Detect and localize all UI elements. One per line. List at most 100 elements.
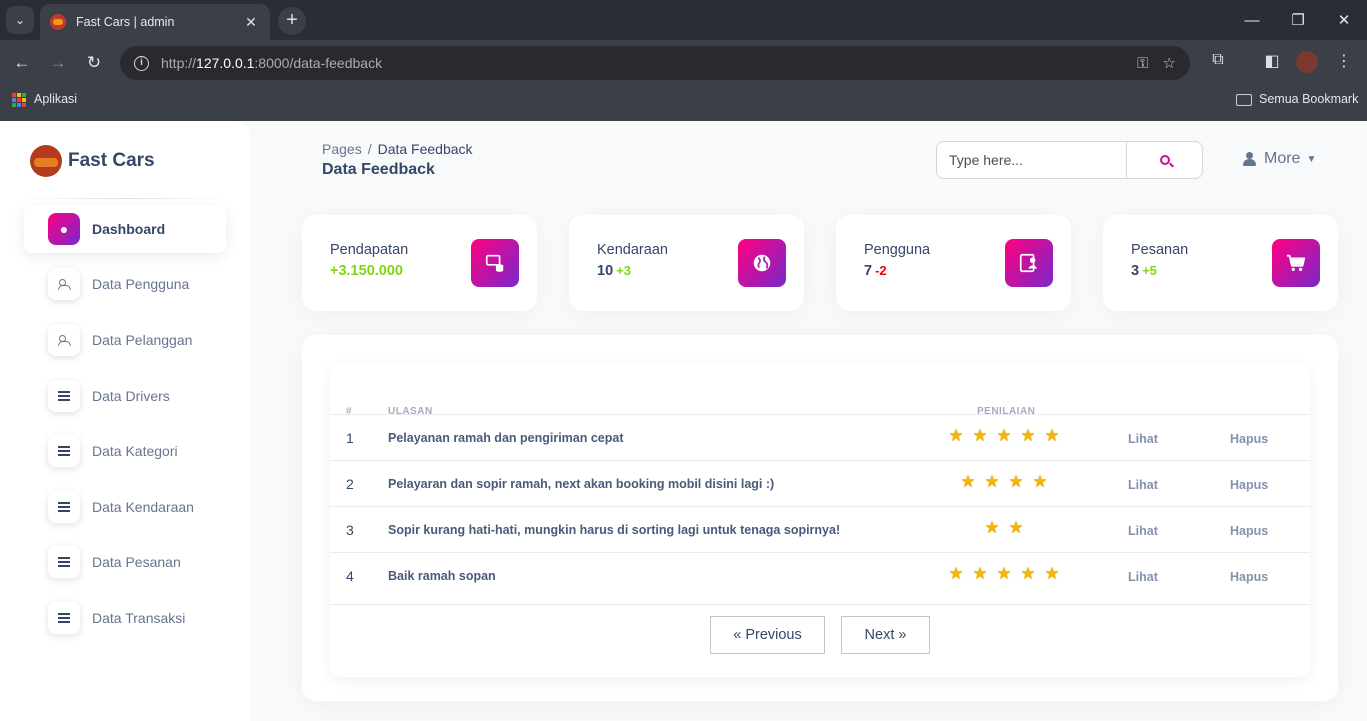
- sidebar-item-label: Data Pengguna: [92, 276, 190, 292]
- stat-delta: -2: [875, 263, 887, 278]
- star-icon: ★: [1020, 426, 1036, 445]
- feedback-card: # ULASAN PENILAIAN 1 Pelayanan ramah dan…: [302, 335, 1338, 701]
- rating-stars: ★ ★: [930, 518, 1078, 537]
- list-icon: [48, 380, 80, 412]
- sidebar-item-data-pelanggan[interactable]: Data Pelanggan: [24, 316, 226, 364]
- money-icon: [471, 239, 519, 287]
- tab-close-icon[interactable]: ✕: [242, 14, 260, 31]
- delete-link[interactable]: Hapus: [1230, 432, 1268, 446]
- star-icon: ★: [948, 426, 964, 445]
- star-icon: ★: [1008, 472, 1024, 491]
- all-bookmarks-label[interactable]: Semua Bookmark: [1259, 92, 1358, 106]
- sidebar-item-data-pengguna[interactable]: Data Pengguna: [24, 260, 226, 308]
- brand-divider: [24, 198, 226, 199]
- delete-link[interactable]: Hapus: [1230, 570, 1268, 584]
- row-review: Baik ramah sopan: [388, 569, 496, 583]
- bookmark-star-icon[interactable]: ☆: [1163, 54, 1176, 72]
- users-icon: [48, 324, 80, 356]
- profile-avatar-icon[interactable]: [1296, 51, 1318, 73]
- restore-icon[interactable]: ❐: [1275, 0, 1321, 40]
- browser-toolbar: ← → ↻ i http://127.0.0.1:8000/data-feedb…: [0, 40, 1367, 86]
- sidebar-item-dashboard[interactable]: ● Dashboard: [24, 205, 226, 253]
- row-number: 4: [346, 568, 354, 584]
- url-text[interactable]: http://127.0.0.1:8000/data-feedback: [161, 55, 1123, 71]
- window-close-icon[interactable]: ✕: [1321, 0, 1367, 40]
- star-icon: ★: [1044, 426, 1060, 445]
- star-icon: ★: [1032, 472, 1048, 491]
- delete-link[interactable]: Hapus: [1230, 478, 1268, 492]
- breadcrumb-root[interactable]: Pages: [322, 141, 362, 157]
- back-arrow-icon[interactable]: ←: [10, 51, 34, 75]
- stat-delta: +5: [1142, 263, 1157, 278]
- reload-icon[interactable]: ↻: [82, 51, 106, 75]
- cart-icon: [1272, 239, 1320, 287]
- rating-stars: ★ ★ ★ ★ ★: [930, 426, 1078, 445]
- tab-search-chevron-icon[interactable]: ⌄: [6, 6, 34, 34]
- browser-tab[interactable]: Fast Cars | admin ✕: [40, 4, 270, 40]
- page-title: Data Feedback: [322, 161, 435, 178]
- more-label: More: [1264, 150, 1301, 167]
- sidebar-item-label: Data Kategori: [92, 443, 178, 459]
- breadcrumb: Pages / Data Feedback: [322, 141, 473, 157]
- side-panel-icon[interactable]: ◧: [1260, 51, 1284, 71]
- folder-icon[interactable]: [1236, 94, 1252, 106]
- star-icon: ★: [1008, 518, 1024, 537]
- minimize-icon[interactable]: —: [1229, 0, 1275, 40]
- breadcrumb-separator: /: [367, 141, 372, 157]
- user-card-icon: [1005, 239, 1053, 287]
- row-review: Pelayaran dan sopir ramah, next akan boo…: [388, 477, 775, 491]
- star-icon: ★: [984, 472, 1000, 491]
- list-icon: [48, 602, 80, 634]
- new-tab-plus-icon[interactable]: +: [278, 7, 306, 35]
- list-icon: [48, 435, 80, 467]
- sidebar-item-data-pesanan[interactable]: Data Pesanan: [24, 538, 226, 586]
- stat-label: Pengguna: [864, 242, 931, 258]
- sidebar-item-data-kendaraan[interactable]: Data Kendaraan: [24, 483, 226, 531]
- stat-delta: +3: [616, 263, 631, 278]
- table-row: 1 Pelayanan ramah dan pengiriman cepat ★…: [330, 414, 1310, 460]
- window-controls: — ❐ ✕: [1229, 0, 1367, 40]
- sidebar-item-label: Data Drivers: [92, 388, 170, 404]
- sidebar-item-data-transaksi[interactable]: Data Transaksi: [24, 594, 226, 642]
- tab-title: Fast Cars | admin: [76, 15, 175, 29]
- delete-link[interactable]: Hapus: [1230, 524, 1268, 538]
- star-icon: ★: [1020, 564, 1036, 583]
- sidebar-item-data-drivers[interactable]: Data Drivers: [24, 372, 226, 420]
- more-dropdown[interactable]: More ▼: [1243, 150, 1316, 168]
- next-page-button[interactable]: Next »: [841, 616, 930, 654]
- rating-stars: ★ ★ ★ ★: [930, 472, 1078, 491]
- forward-arrow-icon[interactable]: →: [46, 51, 70, 75]
- view-link[interactable]: Lihat: [1128, 478, 1158, 492]
- apps-grid-icon[interactable]: [12, 93, 26, 107]
- stat-value-text: 10: [597, 263, 614, 279]
- star-icon: ★: [996, 426, 1012, 445]
- stat-value: 10 +3: [597, 263, 631, 279]
- sidebar-item-label: Data Pesanan: [92, 554, 181, 570]
- star-icon: ★: [972, 426, 988, 445]
- caret-down-icon: ▼: [1306, 153, 1317, 165]
- menu-kebab-icon[interactable]: ⋮: [1332, 51, 1356, 71]
- sidebar-item-data-kategori[interactable]: Data Kategori: [24, 427, 226, 475]
- brand-name: Fast Cars: [68, 150, 155, 171]
- previous-page-button[interactable]: « Previous: [710, 616, 825, 654]
- search-group: [936, 141, 1203, 179]
- address-bar[interactable]: i http://127.0.0.1:8000/data-feedback ⚿ …: [120, 46, 1190, 80]
- url-host: 127.0.0.1: [196, 55, 255, 71]
- browser-chrome: ⌄ Fast Cars | admin ✕ + — ❐ ✕ ← → ↻ i ht…: [0, 0, 1367, 121]
- users-icon: [48, 268, 80, 300]
- bookmark-apps-label[interactable]: Aplikasi: [34, 92, 77, 106]
- view-link[interactable]: Lihat: [1128, 432, 1158, 446]
- view-link[interactable]: Lihat: [1128, 524, 1158, 538]
- search-input[interactable]: [937, 142, 1126, 178]
- stat-label: Pendapatan: [330, 242, 409, 258]
- list-icon: [48, 546, 80, 578]
- site-info-icon[interactable]: i: [134, 55, 149, 71]
- star-icon: ★: [1044, 564, 1060, 583]
- extensions-icon[interactable]: ⧉: [1206, 51, 1230, 69]
- stat-card-pendapatan: Pendapatan +3.150.000: [302, 215, 537, 311]
- view-link[interactable]: Lihat: [1128, 570, 1158, 584]
- password-key-icon[interactable]: ⚿: [1137, 55, 1148, 72]
- brand[interactable]: Fast Cars: [30, 145, 155, 177]
- user-icon: [1243, 152, 1256, 166]
- search-button[interactable]: [1126, 142, 1202, 178]
